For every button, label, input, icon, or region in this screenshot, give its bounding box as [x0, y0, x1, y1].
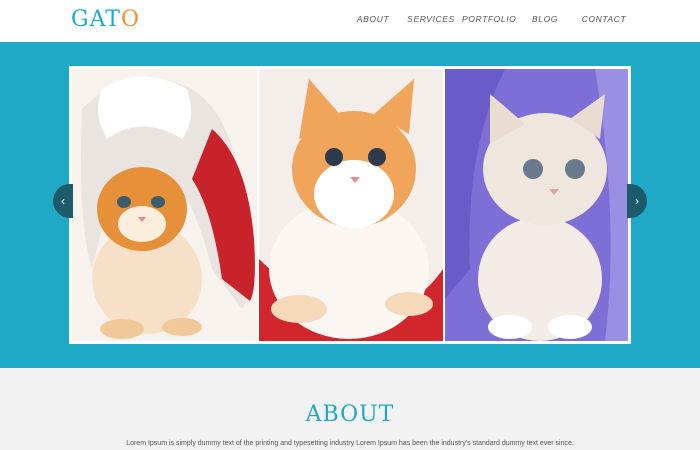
- slider-prev-button[interactable]: ‹: [53, 184, 73, 218]
- nav-item-services[interactable]: SERVICES: [407, 10, 455, 29]
- about-text: Lorem Ipsum is simply dummy text of the …: [126, 440, 574, 447]
- hero-slider: ‹ ›: [0, 42, 700, 368]
- nav-item-label: BLOG: [531, 14, 559, 24]
- nav-item-label: SERVICES: [407, 14, 455, 24]
- nav-item-label: PORTFOLIO: [462, 14, 517, 24]
- about-title: ABOUT: [305, 402, 395, 427]
- chevron-right-icon: ›: [635, 194, 639, 208]
- nav-item-about[interactable]: ABOUT: [352, 10, 394, 29]
- chevron-left-icon: ‹: [61, 194, 65, 208]
- nav-item-label: CONTACT: [581, 14, 627, 24]
- nav-item-blog[interactable]: BLOG: [528, 10, 562, 29]
- nav-item-contact[interactable]: CONTACT: [580, 10, 628, 29]
- slider-next-button[interactable]: ›: [627, 184, 647, 218]
- site-header: GATO HOME ABOUT SERVICES PORTFOLIO BLOG …: [0, 0, 700, 42]
- kitten-photo-2: [259, 69, 443, 341]
- nav-item-label: HOME: [301, 14, 329, 24]
- main-nav: HOME ABOUT SERVICES PORTFOLIO BLOG CONTA…: [0, 10, 700, 30]
- nav-item-label: ABOUT: [356, 14, 390, 24]
- nav-item-portfolio[interactable]: PORTFOLIO: [462, 10, 517, 29]
- kitten-photo-3: [445, 69, 628, 341]
- kitten-photo-1: [72, 69, 257, 341]
- about-section: ABOUT Lorem Ipsum is simply dummy text o…: [0, 368, 700, 450]
- photo-gallery: [69, 66, 631, 344]
- nav-item-home[interactable]: HOME: [289, 10, 341, 29]
